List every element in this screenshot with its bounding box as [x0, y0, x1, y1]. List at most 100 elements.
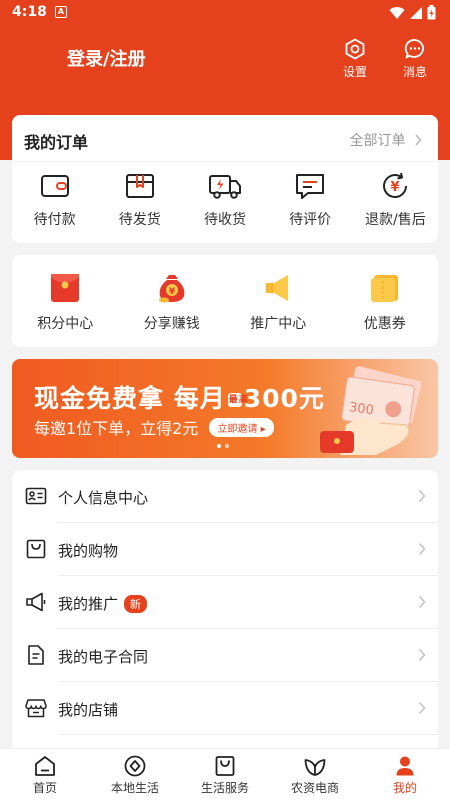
promotion-center[interactable]: 推广中心 [225, 271, 332, 333]
tools-card: 积分中心 ¥ 分享赚钱 推广中心 优惠券 [12, 255, 438, 347]
tab-mine[interactable]: 我的 [360, 749, 450, 800]
orders-divider [12, 161, 438, 162]
svg-text:¥: ¥ [391, 180, 400, 195]
menu-item-label: 我的推广新 [58, 593, 148, 614]
login-register-link[interactable]: 登录/注册 [67, 45, 146, 71]
order-pending-receipt[interactable]: 待收货 [182, 171, 267, 229]
menu-item-label: 个人信息中心 [58, 489, 149, 507]
system-icons [389, 5, 436, 20]
tab-life-services[interactable]: 生活服务 [180, 749, 270, 800]
banner-headline-a: 现金免费拿 每月 [34, 384, 226, 413]
menu-item-my-store[interactable]: 我的店铺 [12, 682, 438, 735]
menu-item-my-shopping[interactable]: 我的购物 [12, 523, 438, 576]
menu-divider [58, 734, 438, 735]
money-bag-icon: ¥ [158, 275, 185, 303]
user-icon [396, 756, 414, 776]
tab-label: 农资电商 [290, 781, 339, 795]
all-orders-link[interactable]: 全部订单 [350, 130, 422, 150]
tab-label: 首页 [32, 781, 57, 795]
menu-item-text: 我的推广 [58, 595, 119, 613]
tab-label: 生活服务 [200, 781, 249, 795]
menu-item-e-contract[interactable]: 我的电子合同 [12, 629, 438, 682]
wallet-icon [40, 175, 69, 197]
status-bar: 4:18 A [0, 0, 450, 26]
svg-text:¥: ¥ [169, 287, 176, 297]
megaphone-icon [266, 275, 289, 301]
message-bubble-icon [404, 39, 424, 59]
order-refund-aftersale[interactable]: ¥ 退款/售后 [353, 171, 438, 229]
tools-row: 积分中心 ¥ 分享赚钱 推广中心 优惠券 [12, 271, 438, 333]
cash-hand-illustration: 300 [320, 366, 422, 455]
banner-subline: 每邀1位下单，立得2元 立即邀请 ▸ [34, 415, 274, 439]
orders-title: 我的订单 [24, 133, 89, 152]
tab-agri-ecommerce[interactable]: 农资电商 [270, 749, 360, 800]
comment-icon [296, 174, 325, 199]
chevron-right-icon [415, 134, 422, 146]
shopping-bag-icon [26, 539, 46, 559]
my-orders-card: 我的订单 全部订单 待付款 待发货 待收货 待评价 ¥ 退款/售后 [12, 115, 438, 243]
order-item-label: 待收货 [203, 212, 246, 228]
tab-label: 我的 [392, 781, 417, 795]
order-item-label: 待付款 [33, 212, 76, 228]
tool-label: 推广中心 [250, 316, 307, 332]
menu-item-label: 我的店铺 [58, 701, 119, 719]
carousel-indicator [217, 444, 229, 448]
menu-item-personal-info[interactable]: 个人信息中心 [12, 470, 438, 523]
bag-icon [215, 756, 235, 776]
order-item-label: 待发货 [118, 212, 161, 228]
order-pending-payment[interactable]: 待付款 [12, 171, 97, 229]
compass-icon [124, 755, 146, 777]
leaf-icon [304, 759, 326, 776]
banner-max-tag: 最高 [227, 393, 249, 407]
wifi-icon [389, 6, 405, 19]
order-item-label: 退款/售后 [364, 212, 426, 228]
id-card-icon [25, 487, 47, 505]
refund-icon: ¥ [383, 172, 408, 198]
settings-label: 设置 [342, 65, 367, 79]
chevron-right-icon [418, 542, 426, 556]
bottom-tab-bar: 首页 本地生活 生活服务 农资电商 我的 [0, 748, 450, 800]
menu-item-label: 我的电子合同 [58, 648, 149, 666]
order-item-label: 待评价 [289, 212, 332, 228]
banner-subline-text: 每邀1位下单，立得2元 [34, 419, 199, 438]
tool-label: 积分中心 [37, 316, 94, 332]
red-envelope-icon [51, 274, 80, 302]
chevron-right-icon [418, 648, 426, 662]
share-earn[interactable]: ¥ 分享赚钱 [119, 271, 226, 333]
tool-label: 分享赚钱 [143, 316, 200, 332]
settings-hexagon-icon [345, 38, 365, 60]
new-badge: 新 [124, 595, 148, 613]
sim-icon: A [55, 6, 67, 18]
megaphone-outline-icon [26, 592, 46, 612]
menu-item-label: 我的购物 [58, 542, 119, 560]
package-icon [125, 174, 154, 198]
order-pending-review[interactable]: 待评价 [268, 171, 353, 229]
menu-item-my-promotion[interactable]: 我的推广新 [12, 576, 438, 629]
tab-local-life[interactable]: 本地生活 [90, 749, 180, 800]
store-icon [25, 699, 47, 718]
order-pending-shipment[interactable]: 待发货 [97, 171, 182, 229]
chevron-right-icon [418, 489, 426, 503]
points-center[interactable]: 积分中心 [12, 271, 119, 333]
carousel-dot [225, 444, 229, 448]
order-status-row: 待付款 待发货 待收货 待评价 ¥ 退款/售后 [12, 171, 438, 229]
banner-headline-b: 300元 [243, 384, 325, 413]
coupons[interactable]: 优惠券 [332, 271, 439, 333]
document-icon [28, 645, 44, 665]
invite-promo-banner[interactable]: 现金免费拿 每月 最高300元 每邀1位下单，立得2元 立即邀请 ▸ 300 [12, 359, 438, 458]
all-orders-label: 全部订单 [349, 133, 406, 149]
settings-button[interactable]: 设置 [335, 38, 375, 79]
chevron-right-icon [418, 595, 426, 609]
banner-headline: 现金免费拿 每月 最高300元 [34, 379, 325, 415]
tab-label: 本地生活 [110, 781, 159, 795]
chevron-right-icon [418, 701, 426, 715]
invite-now-button[interactable]: 立即邀请 ▸ [209, 418, 274, 437]
tool-label: 优惠券 [363, 316, 406, 332]
messages-button[interactable]: 消息 [395, 38, 435, 79]
battery-icon [427, 5, 436, 20]
signal-icon [410, 6, 422, 19]
truck-icon [208, 175, 241, 199]
carousel-dot [217, 444, 221, 448]
tab-home[interactable]: 首页 [0, 749, 90, 800]
messages-label: 消息 [402, 65, 427, 79]
